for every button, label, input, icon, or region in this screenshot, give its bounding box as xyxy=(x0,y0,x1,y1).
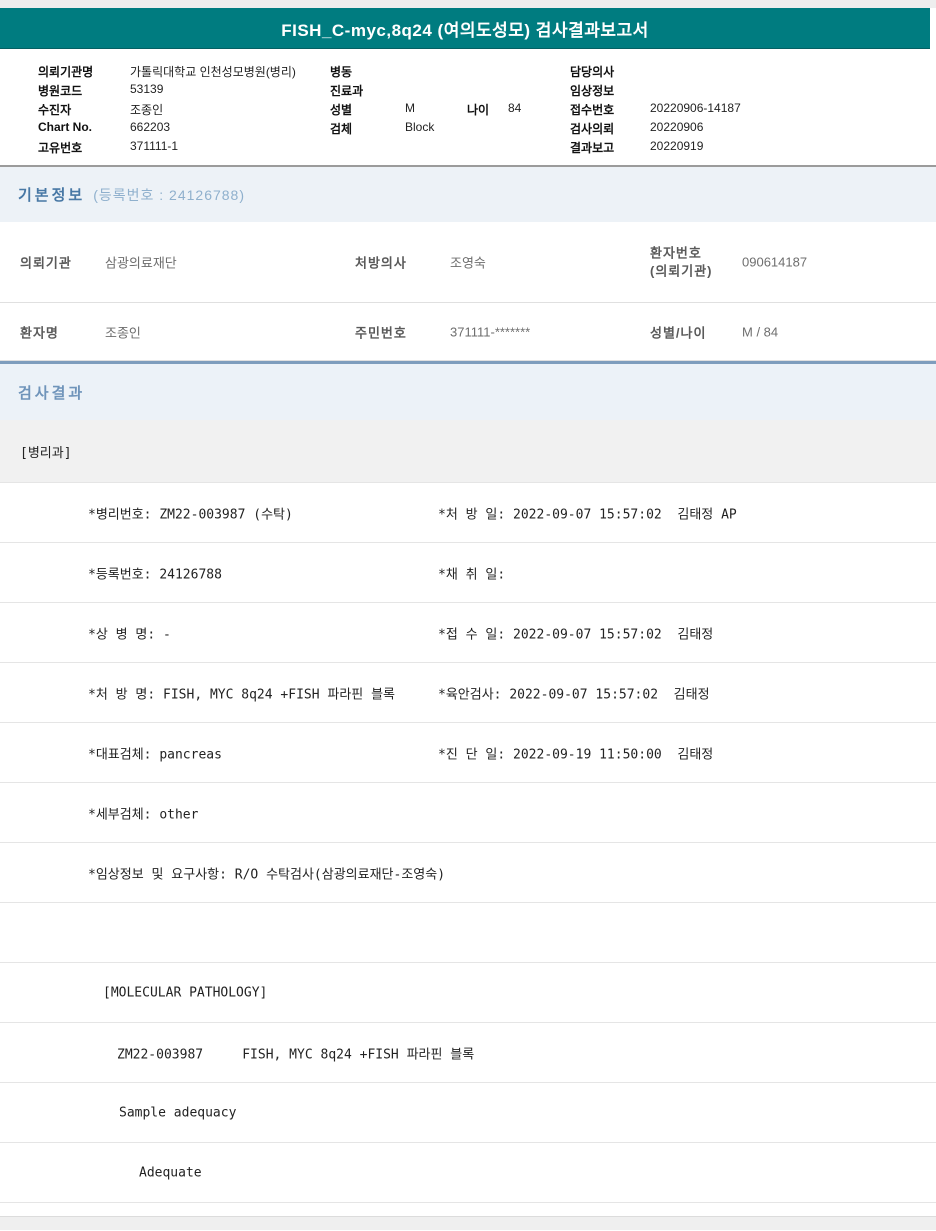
field-label: 검사의뢰 xyxy=(570,122,615,136)
doctor-value: 조영숙 xyxy=(450,255,486,271)
detail-right: *육안검사: 2022-09-07 15:57:02 김태정 xyxy=(438,687,710,702)
field-label: 병동 xyxy=(330,65,353,79)
field-value: 조종인 xyxy=(130,103,164,117)
client-label: 의뢰기관 xyxy=(20,255,72,271)
field-label: 고유번호 xyxy=(38,141,83,155)
sample-adequacy-label: Sample adequacy xyxy=(119,1105,237,1120)
field-value: 53139 xyxy=(130,82,164,96)
bottom-gap xyxy=(0,1203,936,1216)
result-detail-row: *병리번호: ZM22-003987 (수탁) *처 방 일: 2022-09-… xyxy=(0,483,936,543)
detail-right: *접 수 일: 2022-09-07 15:57:02 김태정 xyxy=(438,627,714,642)
field-label: 수진자 xyxy=(38,103,72,117)
result-empty-row xyxy=(0,903,936,963)
results-title: 검사결과 xyxy=(18,384,86,402)
detail-right: *처 방 일: 2022-09-07 15:57:02 김태정 AP xyxy=(438,507,737,522)
field-value: 20220919 xyxy=(650,139,704,153)
field-label: 성별 xyxy=(330,103,353,117)
sample-adequacy-value: Adequate xyxy=(139,1165,202,1180)
detail-right: *채 취 일: xyxy=(438,567,506,582)
patient-number-label-line2: (의뢰기관) xyxy=(650,263,713,278)
molecular-pathology-test-line: ZM22-003987 FISH, MYC 8q24 +FISH 파라핀 블록 xyxy=(117,1047,475,1062)
report-title-bar: FISH_C-myc,8q24 (여의도성모) 검사결과보고서 xyxy=(0,8,930,49)
field-value: 371111-1 xyxy=(130,139,179,153)
result-detail-row: *처 방 명: FISH, MYC 8q24 +FISH 파라핀 블록 *육안검… xyxy=(0,663,936,723)
field-label: 접수번호 xyxy=(570,103,615,117)
department-row: [병리과] xyxy=(0,420,936,483)
result-detail-row: *세부검체: other xyxy=(0,783,936,843)
field-label: 나이 xyxy=(467,103,490,117)
molecular-pathology-test-row: ZM22-003987 FISH, MYC 8q24 +FISH 파라핀 블록 xyxy=(0,1023,936,1083)
field-label: 의뢰기관명 xyxy=(38,65,94,79)
patient-header-table: 의뢰기관명 가톨릭대학교 인천성모병원(병리) 병동 담당의사 병원코드 531… xyxy=(0,49,936,165)
detail-left: *병리번호: ZM22-003987 (수탁) xyxy=(88,507,293,522)
patient-header-row: 고유번호 371111-1 결과보고 20220919 xyxy=(0,137,936,156)
detail-left: *처 방 명: FISH, MYC 8q24 +FISH 파라핀 블록 xyxy=(88,687,395,702)
department-label: [병리과] xyxy=(20,445,72,461)
sex-age-label: 성별/나이 xyxy=(650,325,707,340)
patient-name-label: 환자명 xyxy=(20,325,59,340)
field-label: 진료과 xyxy=(330,84,364,98)
patient-number-label: 환자번호 (의뢰기관) xyxy=(650,244,713,279)
detail-left: *대표검체: pancreas xyxy=(88,747,222,762)
detail-left: *임상정보 및 요구사항: R/O 수탁검사(삼광의료재단-조영숙) xyxy=(88,867,446,882)
molecular-pathology-header-row: [MOLECULAR PATHOLOGY] xyxy=(0,963,936,1023)
results-section-header: 검사결과 xyxy=(0,361,936,420)
doctor-label: 처방의사 xyxy=(355,255,407,271)
rrn-value: 371111-******* xyxy=(450,324,531,339)
field-value: 20220906-14187 xyxy=(650,101,741,115)
field-value: 84 xyxy=(508,101,522,115)
field-label: 검체 xyxy=(330,122,353,136)
report-title: FISH_C-myc,8q24 (여의도성모) 검사결과보고서 xyxy=(281,20,649,40)
detail-left: *세부검체: other xyxy=(88,807,199,822)
patient-name-value: 조종인 xyxy=(105,325,141,340)
field-label: 임상정보 xyxy=(570,84,615,98)
field-label: 병원코드 xyxy=(38,84,83,98)
field-label: 담당의사 xyxy=(570,65,615,79)
sample-adequacy-row: Sample adequacy xyxy=(0,1083,936,1143)
result-detail-row: *대표검체: pancreas *진 단 일: 2022-09-19 11:50… xyxy=(0,723,936,783)
next-section-strip xyxy=(0,1216,936,1230)
molecular-pathology-header: [MOLECULAR PATHOLOGY] xyxy=(103,985,268,1000)
detail-left: *상 병 명: - xyxy=(88,627,171,642)
result-detail-row: *임상정보 및 요구사항: R/O 수탁검사(삼광의료재단-조영숙) xyxy=(0,843,936,903)
patient-number-value: 090614187 xyxy=(742,254,808,270)
field-label: 결과보고 xyxy=(570,141,615,155)
detail-left: *등록번호: 24126788 xyxy=(88,567,222,582)
field-value: 662203 xyxy=(130,120,171,134)
field-label: Chart No. xyxy=(38,120,92,134)
field-value: M xyxy=(405,101,415,115)
basic-info-title: 기본정보 xyxy=(18,187,86,204)
top-strip xyxy=(0,0,936,8)
detail-right: *진 단 일: 2022-09-19 11:50:00 김태정 xyxy=(438,747,714,762)
patient-number-label-line1: 환자번호 xyxy=(650,245,702,261)
field-value: 가톨릭대학교 인천성모병원(병리) xyxy=(130,65,296,79)
sample-adequacy-value-row: Adequate xyxy=(0,1143,936,1203)
patient-header-row: 병원코드 53139 진료과 임상정보 xyxy=(0,80,936,99)
basic-info-registration-number: (등록번호 : 24126788) xyxy=(93,186,246,203)
client-value: 삼광의료재단 xyxy=(105,255,177,271)
field-value: Block xyxy=(405,120,435,134)
basic-info-row: 환자명 조종인 주민번호 371111-******* 성별/나이 M / 84 xyxy=(0,303,936,361)
sex-age-value: M / 84 xyxy=(742,324,779,339)
patient-header-row: Chart No. 662203 검체 Block 검사의뢰 20220906 xyxy=(0,118,936,137)
patient-header-row: 의뢰기관명 가톨릭대학교 인천성모병원(병리) 병동 담당의사 xyxy=(0,61,936,80)
field-value: 20220906 xyxy=(650,120,704,134)
rrn-label: 주민번호 xyxy=(355,325,407,340)
result-detail-row: *등록번호: 24126788 *채 취 일: xyxy=(0,543,936,603)
basic-info-row: 의뢰기관 삼광의료재단 처방의사 조영숙 환자번호 (의뢰기관) 0906141… xyxy=(0,222,936,303)
basic-info-section-header: 기본정보 (등록번호 : 24126788) xyxy=(0,165,936,222)
result-detail-row: *상 병 명: - *접 수 일: 2022-09-07 15:57:02 김태… xyxy=(0,603,936,663)
patient-header-row: 수진자 조종인 성별 M 나이 84 접수번호 20220906-14187 xyxy=(0,99,936,118)
